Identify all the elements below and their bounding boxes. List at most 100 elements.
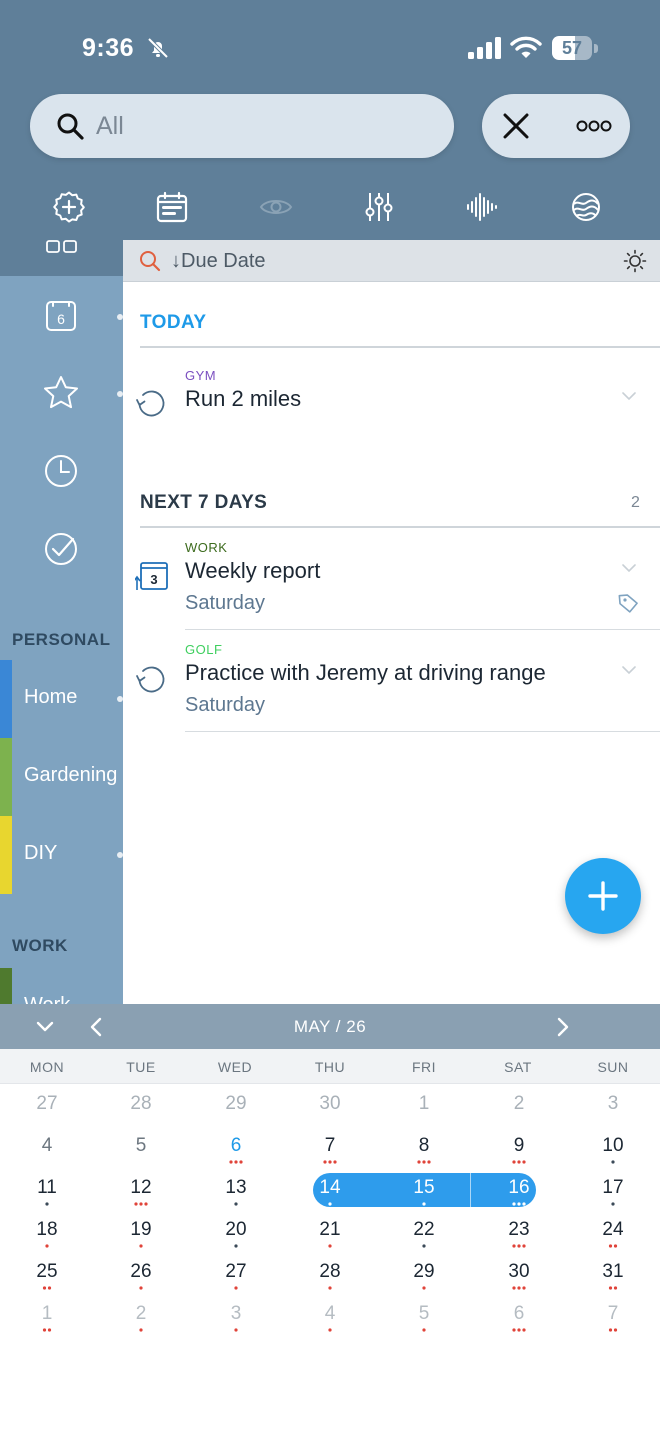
calendar-day[interactable]: 7 [566,1294,660,1336]
sidebar-item-label: Work [24,994,70,1004]
calendar-day[interactable]: 30 [283,1084,377,1126]
sidebar-item-gardening[interactable]: Gardening [0,738,123,816]
calendar-day[interactable]: 20 [189,1210,283,1252]
sort-label[interactable]: ↓Due Date [171,250,266,273]
calendar-day[interactable]: 5 [94,1126,188,1168]
repeat-icon[interactable] [135,386,169,420]
calendar-day[interactable]: 12 [94,1168,188,1210]
task-title: Practice with Jeremy at driving range [185,660,546,685]
calendar-day[interactable]: 8 [377,1126,471,1168]
calendar-day[interactable]: 1 [0,1294,94,1336]
search-icon[interactable] [139,250,161,272]
event-dot [45,1244,49,1248]
calendar-day[interactable]: 9 [472,1126,566,1168]
calendar-list-icon[interactable] [155,190,189,224]
calendar-day[interactable]: 27 [189,1252,283,1294]
chevron-down-icon[interactable] [620,664,638,676]
calendar-day[interactable]: 11 [0,1168,94,1210]
search-field[interactable]: All [30,94,454,158]
sidebar-item-diy[interactable]: DIY [0,816,123,894]
add-task-button[interactable] [565,858,641,934]
calendar-day-number: 14 [319,1177,341,1198]
sidebar-item-work[interactable]: Work [0,968,123,1004]
event-dots [328,1286,332,1290]
calendar-day[interactable]: 31 [566,1252,660,1294]
calendar-day[interactable]: 4 [0,1126,94,1168]
calendar-day[interactable]: 21 [283,1210,377,1252]
brightness-icon[interactable] [623,249,647,273]
calendar-day-icon[interactable]: 6 [42,297,80,335]
event-dots [422,1202,426,1206]
calendar-day[interactable]: 14 [283,1168,377,1210]
more-options-icon[interactable] [576,119,612,133]
chevron-down-icon[interactable] [620,562,638,574]
task-title: Weekly report [185,558,321,583]
sidebar-section-personal: PERSONAL [12,630,111,649]
calendar-day[interactable]: 1 [377,1084,471,1126]
calendar-day[interactable]: 10 [566,1126,660,1168]
tag-icon [618,594,638,613]
calendar-day[interactable]: 30 [472,1252,566,1294]
calendar-day[interactable]: 3 [566,1084,660,1126]
event-dots [608,1328,618,1332]
event-dot [613,1244,618,1248]
event-dots [234,1202,238,1206]
list-color-bar [0,816,12,894]
calendar-day[interactable]: 4 [283,1294,377,1336]
calendar-day[interactable]: 29 [189,1084,283,1126]
grid-view-icon[interactable] [46,240,78,254]
check-circle-icon[interactable] [42,530,80,568]
calendar-day[interactable]: 26 [94,1252,188,1294]
calendar-weekdays: MON TUE WED THU FRI SAT SUN [0,1049,660,1084]
calendar-day[interactable]: 2 [472,1084,566,1126]
calendar-day[interactable]: 18 [0,1210,94,1252]
calendar-day[interactable]: 24 [566,1210,660,1252]
calendar-day[interactable]: 2 [94,1294,188,1336]
calendar-day-number: 1 [41,1303,53,1324]
calendar-day[interactable]: 6 [189,1126,283,1168]
chevron-right-icon[interactable] [551,1016,573,1038]
sidebar-item-home[interactable]: Home [0,660,123,738]
calendar-day[interactable]: 15 [377,1168,471,1210]
calendar-day[interactable]: 23 [472,1210,566,1252]
task-item[interactable]: GYM Run 2 miles [123,368,660,448]
sliders-icon[interactable] [362,190,396,224]
task-due-date: Saturday [185,592,266,614]
calendar-day-number: 30 [508,1261,530,1282]
star-icon[interactable] [42,374,80,412]
chevron-down-icon[interactable] [620,390,638,402]
repeat-icon[interactable] [135,662,169,696]
event-dot [229,1160,233,1164]
event-dot [517,1160,521,1164]
eye-icon[interactable] [259,190,293,224]
event-dot [517,1328,521,1332]
recurring-calendar-icon[interactable]: 3 [135,560,169,594]
event-dot [139,1286,143,1290]
sort-direction-icon: ↓ [171,250,181,272]
globe-icon[interactable] [569,190,603,224]
calendar-day[interactable]: 25 [0,1252,94,1294]
clock-icon[interactable] [42,452,80,490]
event-dot [422,1328,426,1332]
calendar-day[interactable]: 17 [566,1168,660,1210]
calendar-day[interactable]: 28 [283,1252,377,1294]
calendar-day[interactable]: 16 [472,1168,566,1210]
calendar-day-number: 6 [57,311,65,327]
event-dot [611,1160,615,1164]
task-item[interactable]: 3 WORK Weekly report Saturday [123,540,660,630]
calendar-day[interactable]: 22 [377,1210,471,1252]
calendar-day[interactable]: 29 [377,1252,471,1294]
calendar-day[interactable]: 28 [94,1084,188,1126]
calendar-day[interactable]: 27 [0,1084,94,1126]
calendar-day[interactable]: 3 [189,1294,283,1336]
calendar-day[interactable]: 13 [189,1168,283,1210]
calendar-day[interactable]: 6 [472,1294,566,1336]
waveform-icon[interactable] [465,190,499,224]
close-icon[interactable] [502,112,530,140]
add-circle-icon[interactable] [52,190,86,224]
task-item[interactable]: GOLF Practice with Jeremy at driving ran… [123,642,660,732]
calendar-day[interactable]: 19 [94,1210,188,1252]
calendar-day[interactable]: 7 [283,1126,377,1168]
calendar-day[interactable]: 5 [377,1294,471,1336]
calendar-day-number: 16 [508,1177,530,1198]
